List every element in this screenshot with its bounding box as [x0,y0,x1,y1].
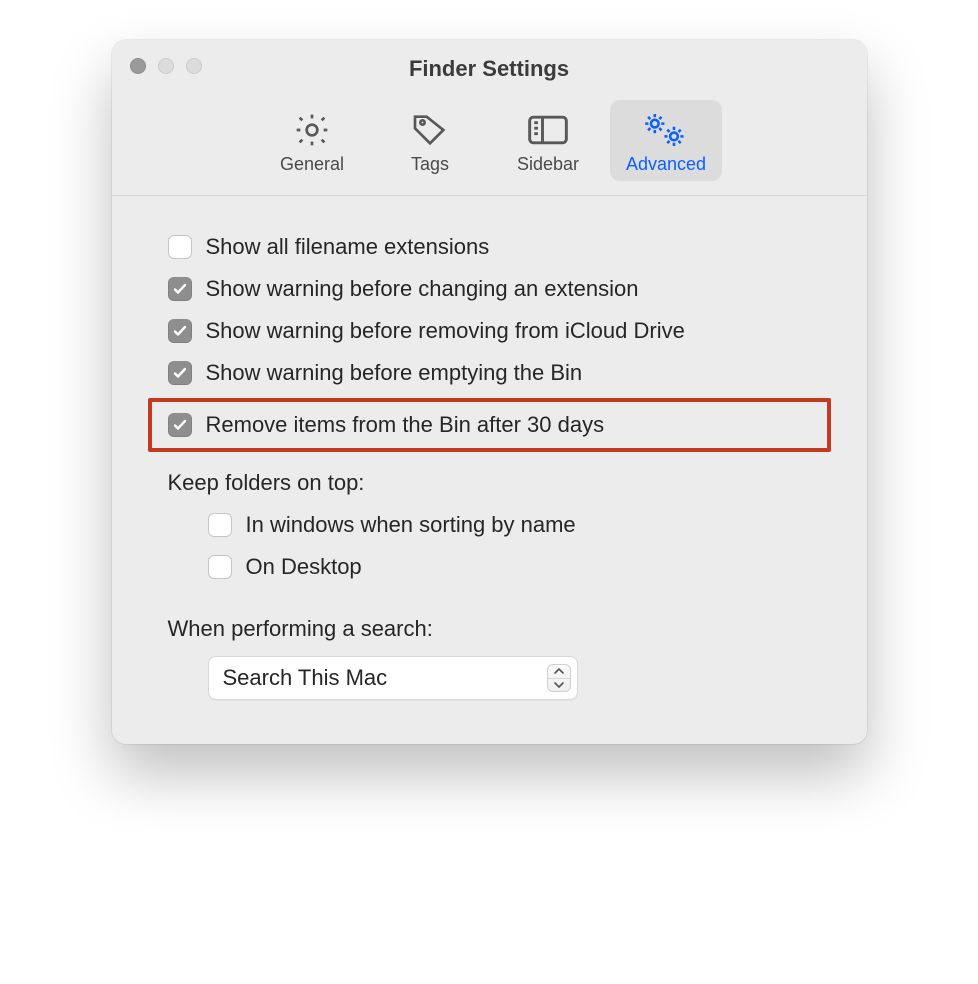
minimize-window-button[interactable] [158,58,174,74]
tab-sidebar[interactable]: Sidebar [492,100,604,181]
gear-icon [260,108,364,152]
option-warn-extension[interactable]: Show warning before changing an extensio… [168,268,811,310]
checkbox-warn-icloud[interactable] [168,319,192,343]
option-warn-extension-label: Show warning before changing an extensio… [206,276,639,302]
option-remove-30-days[interactable]: Remove items from the Bin after 30 days [168,408,819,442]
sidebar-icon [496,108,600,152]
window-title: Finder Settings [112,56,867,82]
tag-icon [378,108,482,152]
close-window-button[interactable] [130,58,146,74]
checkbox-warn-bin[interactable] [168,361,192,385]
advanced-pane: Show all filename extensions Show warnin… [112,196,867,744]
checkbox-remove-30-days[interactable] [168,413,192,437]
tab-tags-label: Tags [378,154,482,175]
checkbox-warn-extension[interactable] [168,277,192,301]
keep-folders-header: Keep folders on top: [168,456,811,504]
option-show-extensions[interactable]: Show all filename extensions [168,226,811,268]
option-warn-bin[interactable]: Show warning before emptying the Bin [168,352,811,394]
tab-general-label: General [260,154,364,175]
highlight-annotation: Remove items from the Bin after 30 days [148,398,831,452]
tab-sidebar-label: Sidebar [496,154,600,175]
gears-icon [614,108,718,152]
option-folders-on-desktop-label: On Desktop [246,554,362,580]
tab-tags[interactable]: Tags [374,100,486,181]
option-warn-icloud[interactable]: Show warning before removing from iCloud… [168,310,811,352]
option-remove-30-days-label: Remove items from the Bin after 30 days [206,412,605,438]
traffic-lights [130,58,202,74]
finder-settings-window: Finder Settings General Tags Sidebar [112,40,867,744]
tab-advanced[interactable]: Advanced [610,100,722,181]
option-show-extensions-label: Show all filename extensions [206,234,490,260]
option-folders-in-windows[interactable]: In windows when sorting by name [168,504,811,546]
search-scope-select[interactable]: Search This Mac [208,656,578,700]
titlebar: Finder Settings [112,40,867,94]
zoom-window-button[interactable] [186,58,202,74]
checkbox-folders-in-windows[interactable] [208,513,232,537]
settings-toolbar: General Tags Sidebar Advanced [112,94,867,196]
option-warn-icloud-label: Show warning before removing from iCloud… [206,318,685,344]
checkbox-folders-on-desktop[interactable] [208,555,232,579]
option-folders-on-desktop[interactable]: On Desktop [168,546,811,588]
search-scope-value: Search This Mac [208,656,578,700]
tab-advanced-label: Advanced [614,154,718,175]
option-folders-in-windows-label: In windows when sorting by name [246,512,576,538]
checkbox-show-extensions[interactable] [168,235,192,259]
select-stepper-icon [547,664,571,692]
search-header: When performing a search: [168,588,811,650]
option-warn-bin-label: Show warning before emptying the Bin [206,360,583,386]
tab-general[interactable]: General [256,100,368,181]
